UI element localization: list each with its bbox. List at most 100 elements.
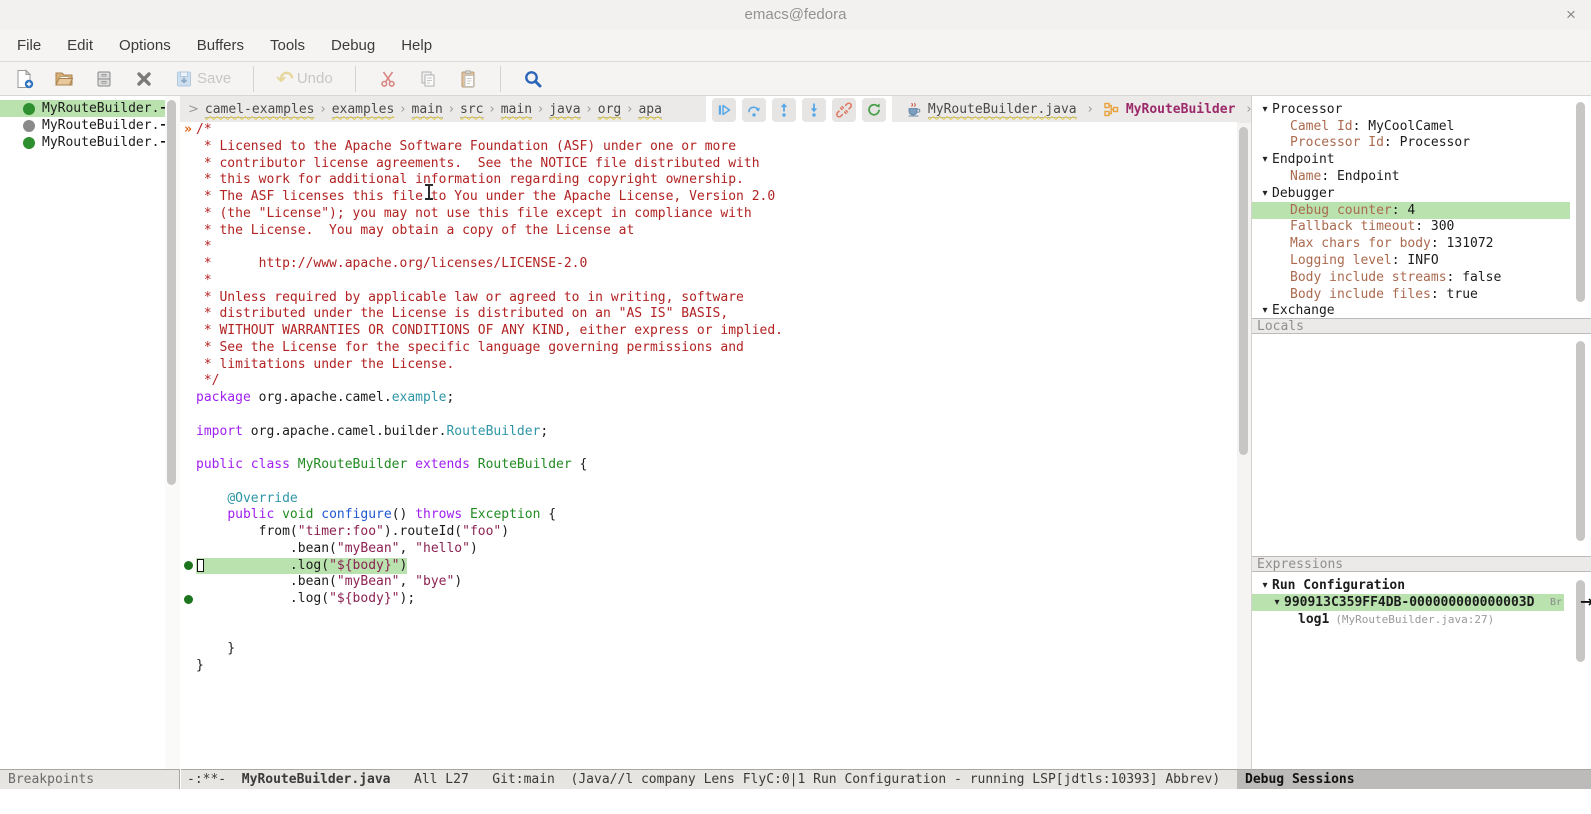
close-buffer-button[interactable] <box>134 69 154 89</box>
log-expression-row[interactable]: log1 (MyRouteBuilder.java:27) <box>1252 611 1591 628</box>
collapse-triangle-icon[interactable]: ▾ <box>1258 154 1272 165</box>
wrap-indicator-icon: » <box>180 122 196 139</box>
paste-button[interactable] <box>458 69 478 89</box>
toolbar-separator <box>355 66 356 92</box>
modeline-main[interactable]: -:**- MyRouteBuilder.java All L27 Git:ma… <box>181 769 1237 789</box>
breakpoint-icon[interactable] <box>184 595 193 604</box>
modeline-breakpoints[interactable]: Breakpoints <box>0 769 180 789</box>
code-text: * the License. You may obtain a copy of … <box>196 223 634 240</box>
menu-item-debug[interactable]: Debug <box>318 30 388 62</box>
tree-kv-row[interactable]: Camel Id: MyCoolCamel <box>1252 118 1591 135</box>
step-out-button[interactable] <box>772 98 796 122</box>
collapse-triangle-icon[interactable]: ▾ <box>1258 305 1272 316</box>
undo-button[interactable]: ↶ Undo <box>276 69 332 89</box>
tree-kv-row[interactable]: Debug counter: 4 <box>1252 202 1570 219</box>
fringe <box>180 591 196 608</box>
fringe <box>180 608 196 625</box>
tree-group-row[interactable]: ▾Exchange <box>1252 303 1591 320</box>
echo-area[interactable] <box>0 790 1591 814</box>
dired-button[interactable] <box>94 69 114 89</box>
breadcrumb-item-apa[interactable]: apa <box>638 102 661 118</box>
title-bar[interactable]: emacs@fedora × <box>0 0 1591 31</box>
tree-kv-row[interactable]: Processor Id: Processor <box>1252 135 1591 152</box>
collapse-triangle-icon[interactable]: ▾ <box>1258 104 1272 115</box>
code-text: .bean("myBean", "bye") <box>196 574 462 591</box>
menu-item-buffers[interactable]: Buffers <box>184 30 257 62</box>
locals-scrollbar[interactable] <box>1576 341 1585 541</box>
mouse-cursor <box>425 184 433 200</box>
code-line: * distributed under the License is distr… <box>180 306 1237 323</box>
code-line: */ <box>180 373 1237 390</box>
breadcrumb-class[interactable]: MyRouteBuilder <box>1126 102 1236 117</box>
code-text: public class MyRouteBuilder extends Rout… <box>196 457 587 474</box>
tree-kv-row[interactable]: Logging level: INFO <box>1252 252 1591 269</box>
close-x-icon <box>134 69 154 89</box>
expressions-tree: ▾ Run Configuration ▾ 990913C359FF4DB-00… <box>1252 577 1591 628</box>
fringe <box>180 491 196 508</box>
step-over-button[interactable] <box>742 98 766 122</box>
toolbar-separator <box>500 66 501 92</box>
save-button[interactable]: Save <box>174 69 231 89</box>
run-configuration-row[interactable]: ▾ Run Configuration <box>1252 577 1591 594</box>
breadcrumb-item-main[interactable]: main <box>412 102 443 118</box>
tree-scrollbar[interactable] <box>1576 102 1585 302</box>
tree-key: Body include streams <box>1290 270 1447 285</box>
sidebar-scrollbar[interactable] <box>165 96 180 769</box>
fringe <box>180 323 196 340</box>
tree-group-row[interactable]: ▾Debugger <box>1252 185 1591 202</box>
new-file-button[interactable] <box>14 69 34 89</box>
breakpoint-list-item[interactable]: MyRouteBuilder.→ <box>0 100 165 117</box>
code-text: * Unless required by applicable law or a… <box>196 290 744 307</box>
step-into-button[interactable] <box>802 98 826 122</box>
class-icon <box>1104 102 1119 117</box>
menu-item-help[interactable]: Help <box>388 30 445 62</box>
fringe <box>180 156 196 173</box>
menu-item-tools[interactable]: Tools <box>257 30 318 62</box>
disconnect-button[interactable] <box>832 98 856 122</box>
code-scrollbar[interactable] <box>1237 123 1251 769</box>
menu-item-edit[interactable]: Edit <box>54 30 106 62</box>
menu-item-options[interactable]: Options <box>106 30 184 62</box>
code-editor[interactable]: »/* * Licensed to the Apache Software Fo… <box>180 122 1237 769</box>
new-file-icon <box>14 69 34 89</box>
restart-button[interactable] <box>862 98 886 122</box>
continue-button[interactable] <box>712 98 736 122</box>
code-line: * this work for additional information r… <box>180 172 1237 189</box>
tree-kv-row[interactable]: Body include streams: false <box>1252 269 1591 286</box>
breakpoint-list-item[interactable]: MyRouteBuilder.→ <box>0 117 165 134</box>
tree-kv-row[interactable]: Name: Endpoint <box>1252 168 1591 185</box>
debug-toolbar <box>706 96 892 123</box>
session-truncation-arrow-icon: → <box>1580 592 1591 611</box>
cut-button[interactable] <box>378 69 398 89</box>
breadcrumb-item-src[interactable]: src <box>460 102 483 118</box>
breadcrumb-item-org[interactable]: org <box>598 102 621 118</box>
fringe <box>180 206 196 223</box>
debug-sessions-header[interactable]: Debug Sessions <box>1237 769 1591 789</box>
debug-session-row[interactable]: ▾ 990913C359FF4DB-000000000000003D Br <box>1252 594 1564 611</box>
collapse-triangle-icon[interactable]: ▾ <box>1258 580 1272 591</box>
breadcrumb-item-camel-examples[interactable]: camel-examples <box>205 102 315 118</box>
collapse-triangle-icon[interactable]: ▾ <box>1270 597 1284 608</box>
modeline-flags: -:**- <box>187 772 242 787</box>
breadcrumb-item-main[interactable]: main <box>501 102 532 118</box>
tree-kv-row[interactable]: Body include files: true <box>1252 286 1591 303</box>
tree-kv-row[interactable]: Fallback timeout: 300 <box>1252 219 1591 236</box>
code-line <box>180 407 1237 424</box>
breakpoint-icon[interactable] <box>184 561 193 570</box>
close-icon[interactable]: × <box>1559 3 1583 27</box>
breadcrumb-file[interactable]: MyRouteBuilder.java <box>928 102 1077 118</box>
breakpoint-list-item[interactable]: MyRouteBuilder.→ <box>0 134 165 151</box>
code-line: public class MyRouteBuilder extends Rout… <box>180 457 1237 474</box>
collapse-triangle-icon[interactable]: ▾ <box>1258 188 1272 199</box>
breadcrumb-item-java[interactable]: java <box>549 102 580 118</box>
fringe <box>180 625 196 642</box>
copy-button[interactable] <box>418 69 438 89</box>
tree-group-row[interactable]: ▾Processor <box>1252 101 1591 118</box>
breadcrumb-item-examples[interactable]: examples <box>332 102 395 118</box>
java-file-icon <box>906 102 921 117</box>
tree-kv-row[interactable]: Max chars for body: 131072 <box>1252 235 1591 252</box>
tree-group-row[interactable]: ▾Endpoint <box>1252 151 1591 168</box>
menu-item-file[interactable]: File <box>4 30 54 62</box>
search-button[interactable] <box>523 69 543 89</box>
open-file-button[interactable] <box>54 69 74 89</box>
